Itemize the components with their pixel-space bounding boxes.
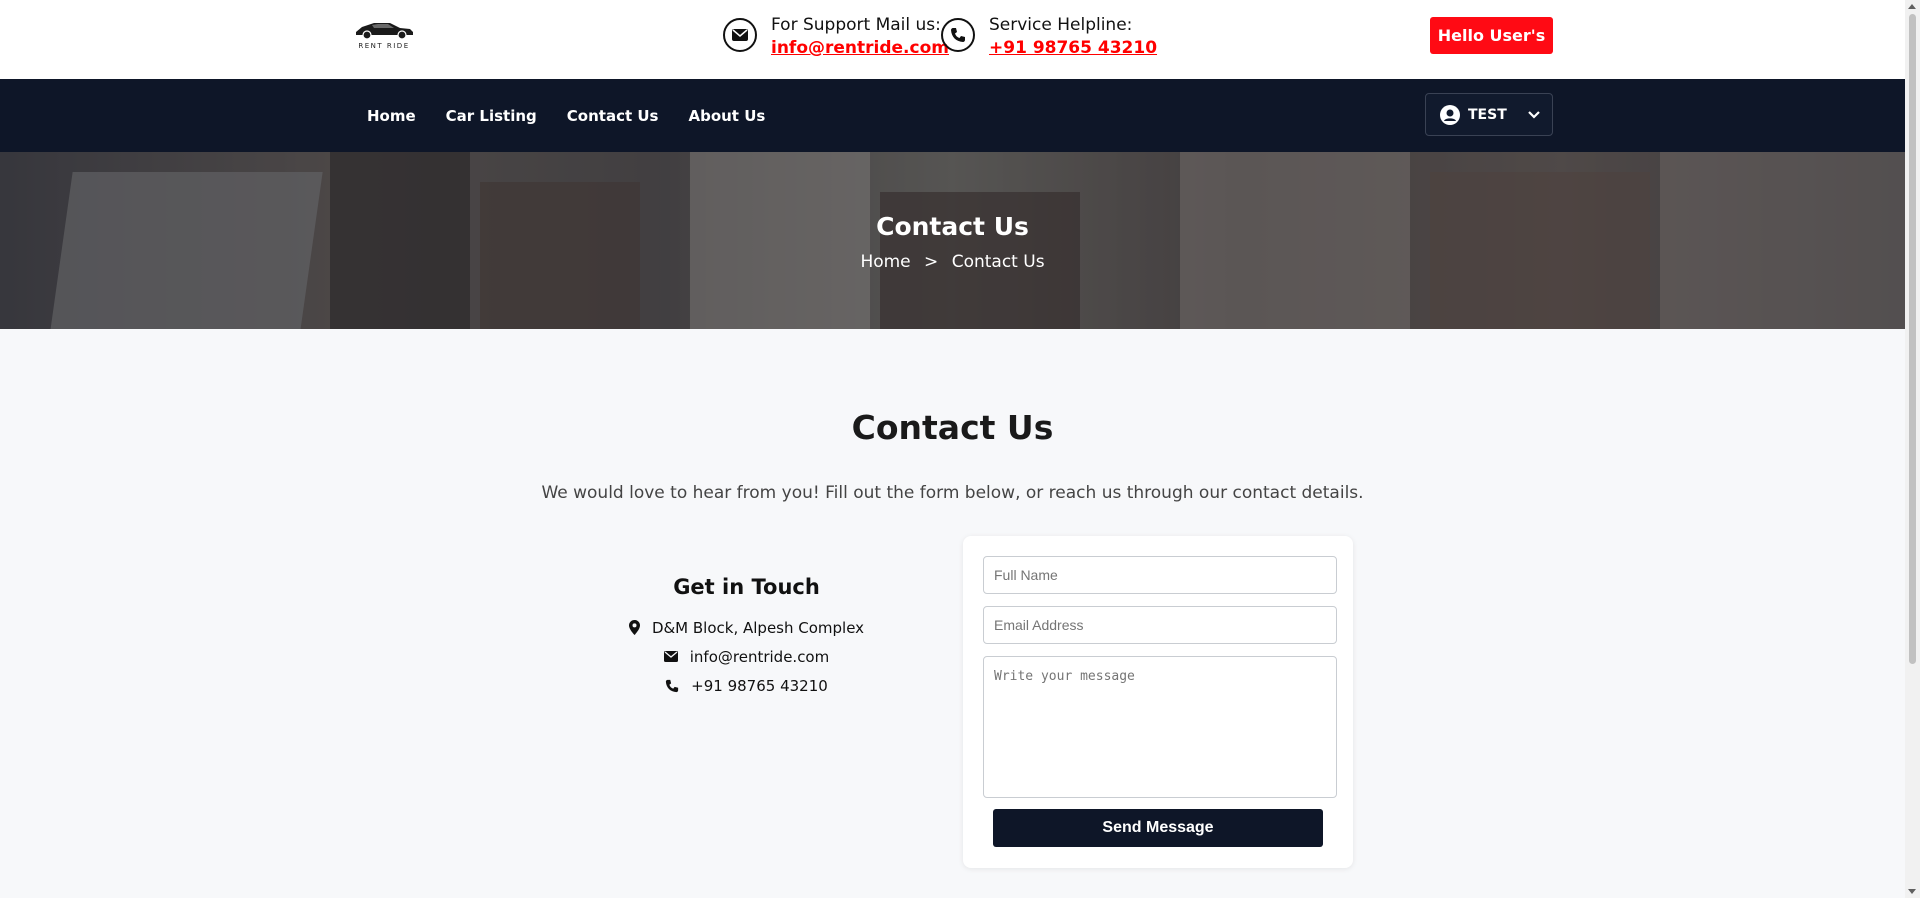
top-bar: RENT RIDE For Support Mail us: info@rent… bbox=[0, 0, 1905, 79]
service-helpline: Service Helpline: +91 98765 43210 bbox=[941, 14, 1157, 60]
address-row: D&M Block, Alpesh Complex bbox=[590, 613, 903, 642]
send-message-button[interactable]: Send Message bbox=[993, 809, 1323, 847]
scroll-down-arrow-icon[interactable] bbox=[1908, 889, 1916, 894]
location-pin-icon bbox=[628, 620, 640, 635]
get-in-touch: Get in Touch D&M Block, Alpesh Complex i… bbox=[590, 575, 903, 700]
breadcrumb-home[interactable]: Home bbox=[860, 252, 910, 272]
page-title: Contact Us bbox=[851, 408, 1054, 447]
helpline-phone-link[interactable]: +91 98765 43210 bbox=[989, 36, 1157, 60]
hero-banner: Contact Us Home > Contact Us bbox=[0, 152, 1905, 329]
nav-home[interactable]: Home bbox=[367, 107, 416, 125]
nav-contact-us[interactable]: Contact Us bbox=[567, 107, 659, 125]
breadcrumb-current: Contact Us bbox=[951, 252, 1045, 272]
chevron-down-icon bbox=[1527, 110, 1540, 119]
user-name: TEST bbox=[1468, 106, 1507, 123]
hello-user-button[interactable]: Hello User's bbox=[1430, 17, 1553, 54]
email-row: info@rentride.com bbox=[590, 642, 903, 671]
message-textarea[interactable]: Write your message bbox=[983, 656, 1337, 798]
full-name-input[interactable]: Full Name bbox=[983, 556, 1337, 594]
user-circle-icon bbox=[1440, 104, 1460, 125]
logo-text: RENT RIDE bbox=[358, 42, 410, 50]
email-text[interactable]: info@rentride.com bbox=[690, 648, 829, 666]
get-in-touch-title: Get in Touch bbox=[673, 575, 820, 599]
support-mail: For Support Mail us: info@rentride.com bbox=[723, 14, 949, 60]
email-input[interactable]: Email Address bbox=[983, 606, 1337, 644]
breadcrumb: Home > Contact Us bbox=[0, 252, 1905, 272]
support-label: For Support Mail us: bbox=[771, 15, 941, 35]
envelope-icon bbox=[663, 651, 678, 662]
intro-text: We would love to hear from you! Fill out… bbox=[541, 483, 1364, 503]
breadcrumb-separator: > bbox=[924, 252, 939, 272]
nav-about-us[interactable]: About Us bbox=[688, 107, 765, 125]
phone-text[interactable]: +91 98765 43210 bbox=[691, 677, 828, 695]
phone-icon bbox=[941, 18, 975, 52]
main-nav: Home Car Listing Contact Us About Us TES… bbox=[0, 79, 1905, 152]
scrollbar-thumb[interactable] bbox=[1909, 14, 1916, 664]
user-menu[interactable]: TEST bbox=[1425, 93, 1553, 136]
scroll-up-arrow-icon[interactable] bbox=[1908, 4, 1916, 9]
nav-car-listing[interactable]: Car Listing bbox=[446, 107, 537, 125]
address-text: D&M Block, Alpesh Complex bbox=[651, 618, 865, 637]
phone-row: +91 98765 43210 bbox=[590, 671, 903, 700]
logo[interactable]: RENT RIDE bbox=[352, 18, 416, 52]
contact-form: Full Name Email Address Write your messa… bbox=[963, 536, 1353, 868]
phone-icon bbox=[666, 679, 679, 692]
page-scrollbar[interactable] bbox=[1905, 0, 1920, 898]
hero-title: Contact Us bbox=[876, 212, 1029, 241]
car-logo-icon bbox=[356, 23, 413, 40]
support-email-link[interactable]: info@rentride.com bbox=[771, 36, 949, 60]
mail-icon bbox=[723, 18, 757, 52]
helpline-label: Service Helpline: bbox=[989, 15, 1133, 35]
